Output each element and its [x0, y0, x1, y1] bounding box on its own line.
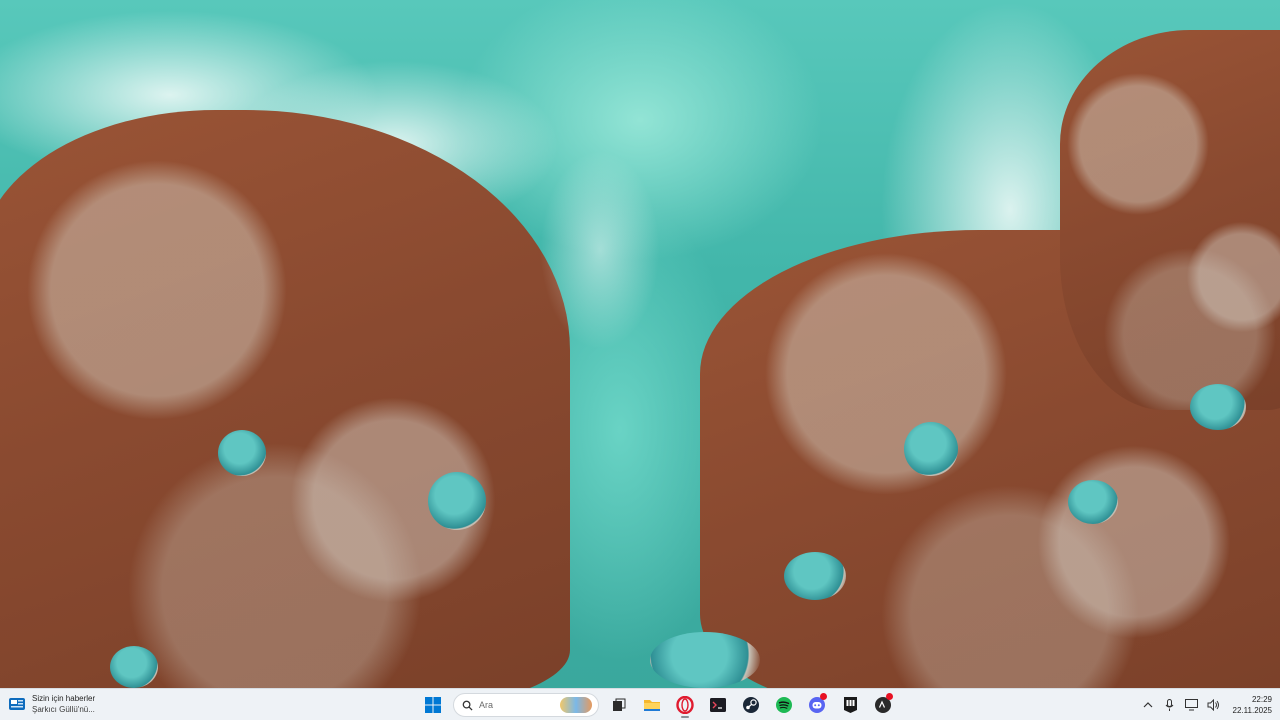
- taskbar-center: Ara: [420, 692, 896, 718]
- tide-pool: [1068, 480, 1118, 524]
- tide-pool: [904, 422, 958, 476]
- spotify-icon: [776, 697, 792, 713]
- terminal-icon: [710, 698, 726, 712]
- tide-pool: [428, 472, 486, 530]
- volume-icon[interactable]: [1207, 698, 1221, 712]
- taskbar-search[interactable]: Ara: [453, 693, 599, 717]
- folder-icon: [644, 700, 660, 711]
- steam-icon: [743, 697, 759, 713]
- opera-button[interactable]: [672, 692, 698, 718]
- rock-formation: [1060, 30, 1280, 410]
- rock-formation: [0, 110, 570, 688]
- notification-badge: [886, 693, 893, 700]
- wave-foam: [540, 150, 660, 350]
- search-icon: [462, 700, 473, 711]
- terminal-button[interactable]: [705, 692, 731, 718]
- spotify-button[interactable]: [771, 692, 797, 718]
- news-subtitle: Şarkıcı Güllü'nü...: [32, 705, 95, 714]
- steam-button[interactable]: [738, 692, 764, 718]
- windows-logo-icon: [425, 697, 441, 713]
- ea-app-button[interactable]: [870, 692, 896, 718]
- show-hidden-icons-chevron-icon[interactable]: [1141, 698, 1155, 712]
- clock[interactable]: 22:29 22.11.2025: [1233, 694, 1272, 716]
- display-icon[interactable]: [1185, 698, 1199, 712]
- task-view-icon: [613, 698, 626, 711]
- notification-badge: [820, 693, 827, 700]
- tide-pool: [110, 646, 158, 688]
- news-title: Sizin için haberler: [32, 694, 96, 703]
- clock-time: 22:29: [1251, 695, 1272, 704]
- epic-games-button[interactable]: [837, 692, 863, 718]
- search-highlight-icon: [560, 697, 592, 713]
- tide-pool: [650, 632, 760, 688]
- system-tray: 22:29 22.11.2025: [1141, 691, 1272, 719]
- tide-pool: [1190, 384, 1246, 430]
- tide-pool: [784, 552, 846, 600]
- clock-date: 22.11.2025: [1232, 706, 1272, 715]
- microphone-icon[interactable]: [1163, 698, 1177, 712]
- task-view-button[interactable]: [606, 692, 632, 718]
- desktop-wallpaper: [0, 0, 1280, 688]
- start-button[interactable]: [420, 692, 446, 718]
- news-widget[interactable]: Sizin için haberler Şarkıcı Güllü'nü...: [8, 693, 95, 715]
- news-icon: [8, 695, 26, 713]
- taskbar: Sizin için haberler Şarkıcı Güllü'nü... …: [0, 688, 1280, 720]
- tide-pool: [218, 430, 266, 476]
- opera-icon: [676, 696, 694, 714]
- epic-games-icon: [843, 697, 857, 713]
- search-placeholder: Ara: [479, 700, 494, 710]
- discord-button[interactable]: [804, 692, 830, 718]
- file-explorer-button[interactable]: [639, 692, 665, 718]
